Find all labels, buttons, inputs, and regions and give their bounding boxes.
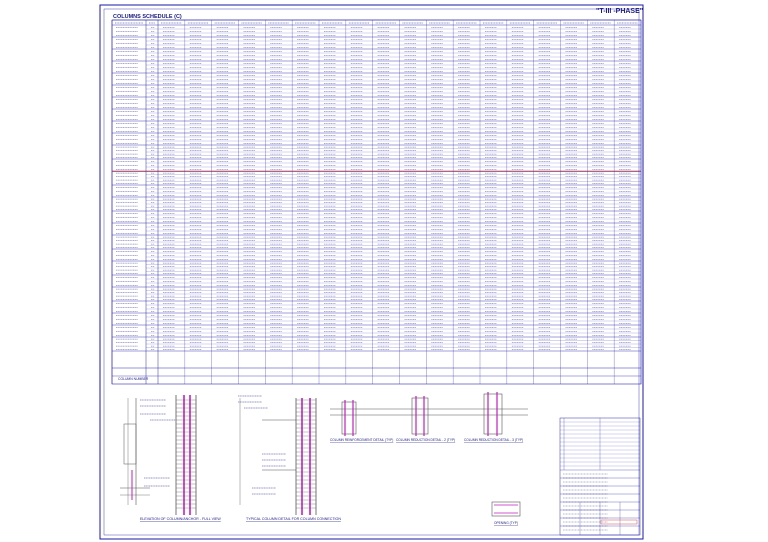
- column-section-2: COLUMN REDUCTION DETAIL - 2 (TYP): [392, 396, 458, 442]
- section1-caption: COLUMN REINFORCEMENT DETAIL (TYP): [330, 438, 393, 442]
- opening-caption: OPENING (TYP): [494, 521, 518, 525]
- section3-caption: COLUMN REDUCTION DETAIL - 3 (TYP): [464, 438, 523, 442]
- drawing-sheet: COLUMNS SCHEDULE (C) "T-III -PHASE" COLU…: [99, 4, 644, 540]
- phase-label: "T-III -PHASE": [596, 8, 643, 15]
- typical-notes: [238, 395, 286, 495]
- column-schedule-table: [111, 19, 642, 385]
- column-elevation-detail: ELEVATION OF COLUMN/ANCHOR - FULL VIEW: [120, 395, 221, 521]
- title-block: [559, 417, 641, 536]
- typical-ties: [296, 399, 316, 509]
- elevation-notes: [140, 399, 176, 487]
- title-stamp-mark: [600, 519, 638, 525]
- section2-caption: COLUMN REDUCTION DETAIL - 2 (TYP): [396, 438, 455, 442]
- column-section-3: COLUMN REDUCTION DETAIL - 3 (TYP): [458, 392, 528, 442]
- schedule-title: COLUMNS SCHEDULE (C): [113, 14, 182, 20]
- opening-detail: OPENING (TYP): [491, 501, 521, 525]
- elevation-caption: ELEVATION OF COLUMN/ANCHOR - FULL VIEW: [140, 517, 221, 521]
- typical-column-detail: TYPICAL COLUMN DETAIL FOR COLUMN CONNECT…: [238, 395, 341, 521]
- typical-caption: TYPICAL COLUMN DETAIL FOR COLUMN CONNECT…: [246, 517, 341, 521]
- column-number-label: COLUMN NUMBER: [118, 377, 149, 381]
- schedule-outline: [111, 19, 642, 385]
- elevation-ties: [176, 399, 196, 509]
- column-section-1: COLUMN REINFORCEMENT DETAIL (TYP): [330, 400, 393, 442]
- detail-drawings: ELEVATION OF COLUMN/ANCHOR - FULL VIEW T…: [120, 392, 528, 525]
